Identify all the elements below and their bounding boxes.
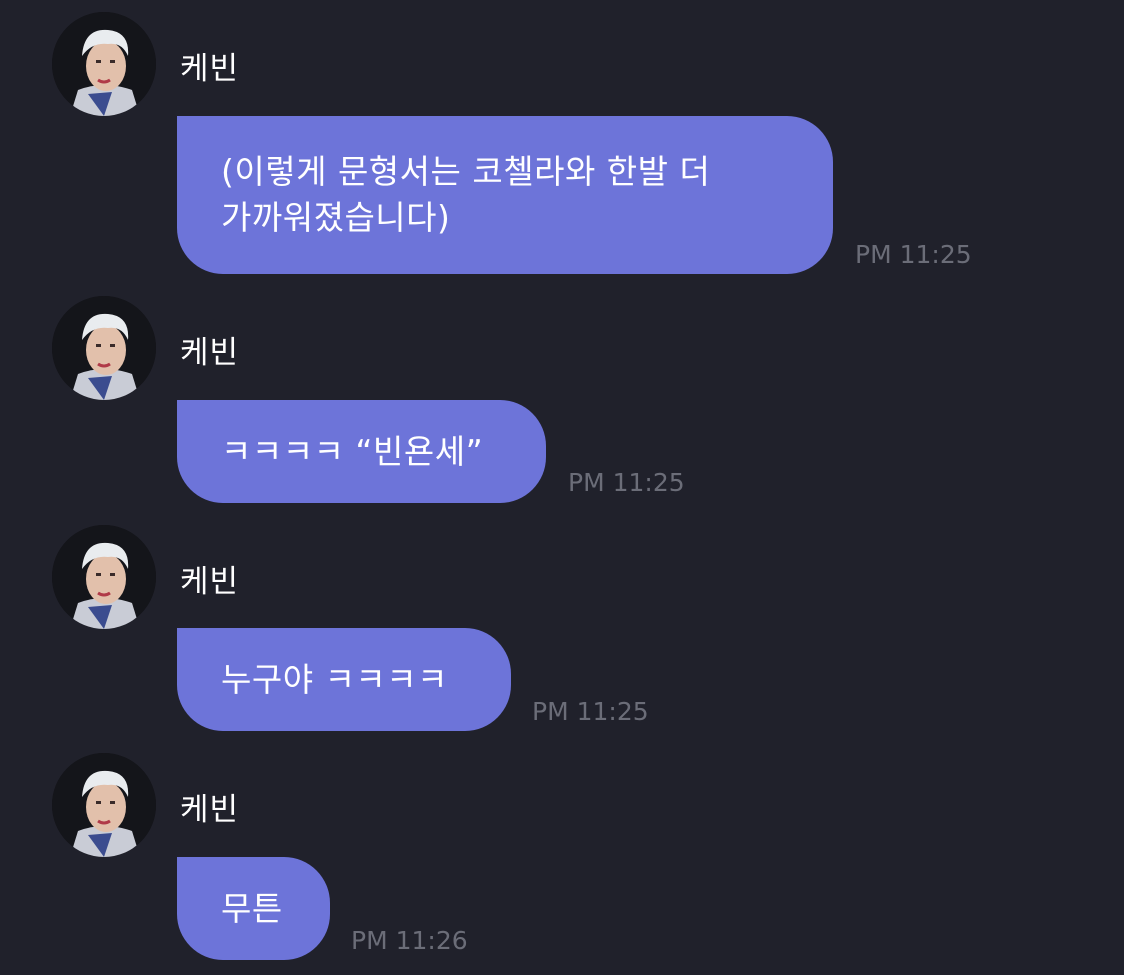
message-bubble[interactable]: 누구야 ㅋㅋㅋㅋ [177,628,511,731]
message-bubble[interactable]: (이렇게 문형서는 코첼라와 한발 더 가까워졌습니다) [177,116,833,274]
message-bubble[interactable]: 무튼 [177,857,330,960]
avatar[interactable] [52,296,156,400]
avatar[interactable] [52,12,156,116]
avatar[interactable] [52,525,156,629]
message-time: PM 11:25 [532,697,649,726]
sender-name: 케빈 [180,51,240,87]
sender-name: 케빈 [180,792,240,828]
sender-name: 케빈 [180,335,240,371]
sender-name: 케빈 [180,564,240,600]
avatar[interactable] [52,753,156,857]
message-bubble[interactable]: ㅋㅋㅋㅋ “빈욘세” [177,400,546,503]
message-time: PM 11:25 [568,468,685,497]
message-time: PM 11:26 [351,926,468,955]
message-time: PM 11:25 [855,240,972,269]
